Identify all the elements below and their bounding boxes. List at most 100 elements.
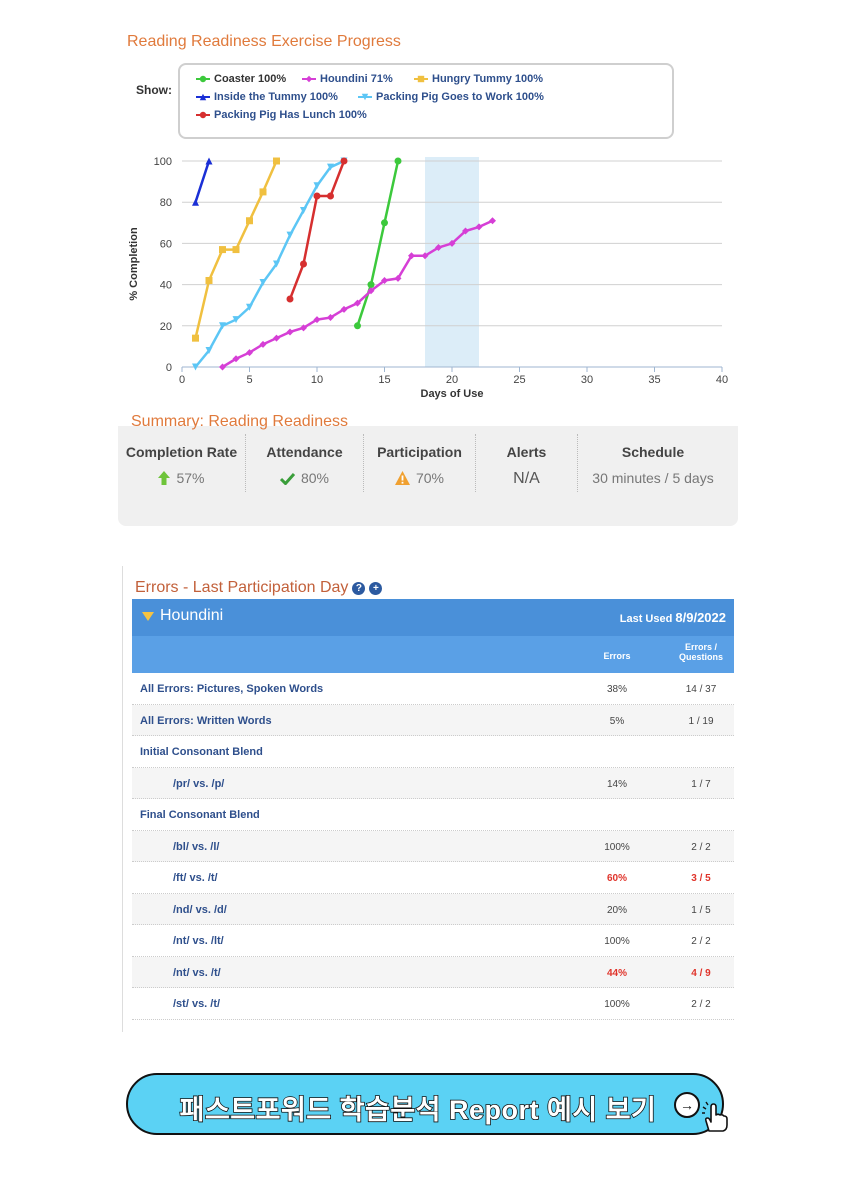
summary-value: 70% (415, 470, 445, 486)
row-error-ratio: 3 / 5 (691, 873, 711, 884)
table-row: /nt/ vs. /t/44% 4 / 9 (132, 956, 734, 988)
data-point (232, 246, 240, 254)
row-error-percent: 5% (609, 715, 625, 727)
progress-chart: 0 20 40 60 80 100 0 5 10 15 20 25 30 35 40 Days of Use%… (128, 156, 728, 400)
report-example-button[interactable]: 패스트포워드 학습분석 Report 예시 보기 → (126, 1073, 728, 1135)
row-label: All Errors: Written Words (140, 714, 272, 727)
errors-column-headers: Errors Errors / Questions (132, 636, 734, 673)
summary-heading: Schedule (621, 444, 685, 460)
data-point (327, 192, 334, 200)
col-errors: Errors (603, 651, 631, 661)
y-axis-title: % Completion (128, 227, 140, 301)
add-icon[interactable]: + (369, 581, 383, 595)
data-point (394, 157, 402, 165)
summary-attendance: Attendance 80% (246, 434, 364, 492)
summary-schedule: Schedule 30 minutes / 5 days (578, 434, 728, 492)
row-error-ratio: 2 / 2 (691, 936, 711, 947)
x-tick-label: 30 (581, 374, 593, 386)
table-row: Final Consonant Blend (132, 799, 734, 831)
pointer-hand-icon (702, 1101, 728, 1132)
x-tick-label: 10 (311, 374, 323, 386)
table-row: Initial Consonant Blend (132, 736, 734, 768)
row-error-ratio: 14 / 37 (685, 684, 717, 695)
x-axis-title: Days of Use (421, 388, 484, 400)
summary-value: 80% (300, 470, 330, 486)
table-row: /pr/ vs. /p/14% 1 / 7 (132, 767, 734, 799)
row-label: Final Consonant Blend (140, 809, 260, 821)
x-tick-label: 40 (716, 374, 728, 386)
table-row: /st/ vs. /t/100% 2 / 2 (132, 988, 734, 1020)
row-label: /ft/ vs. /t/ (173, 872, 218, 884)
row-label: /pr/ vs. /p/ (173, 777, 225, 790)
row-error-percent: 100% (604, 936, 630, 947)
row-error-ratio: 1 / 7 (691, 778, 711, 790)
y-tick-label: 0 (166, 362, 172, 374)
x-tick-label: 5 (246, 374, 252, 386)
data-point (192, 334, 199, 342)
data-point (219, 246, 226, 254)
summary-participation: Participation 70% (364, 434, 476, 492)
data-point (246, 217, 253, 225)
summary-heading: Attendance (266, 444, 343, 460)
errors-title: Errors - Last Participation Day (135, 579, 349, 596)
progress-panel: Reading Readiness Exercise Progress Show… (118, 30, 738, 526)
errors-table: All Errors: Pictures, Spoken Words 38% 14 … (132, 673, 734, 1020)
row-label: /bl/ vs. /l/ (173, 840, 220, 853)
y-tick-label: 80 (160, 197, 172, 209)
summary-heading: Participation (377, 444, 462, 460)
last-used-date: 8/9/2022 (675, 610, 726, 625)
summary-completion: Completion Rate 57% (118, 434, 246, 492)
y-tick-label: 60 (160, 238, 172, 250)
data-point (381, 219, 388, 227)
errors-panel: Errors - Last Participation Day ? + Houn… (122, 566, 734, 1032)
table-row: All Errors: Written Words 5% 1 / 19 (132, 704, 734, 736)
row-error-ratio: 2 / 2 (691, 841, 711, 853)
x-tick-label: 35 (648, 374, 660, 386)
row-label: /nt/ vs. /lt/ (173, 935, 224, 947)
x-tick-label: 20 (446, 374, 458, 386)
row-error-percent: 38% (606, 684, 627, 695)
row-error-percent: 20% (606, 904, 627, 916)
table-row: /bl/ vs. /l/100% 2 / 2 (132, 830, 734, 862)
check-icon (279, 472, 295, 485)
data-point (367, 281, 375, 289)
last-used-label: Last Used (619, 613, 673, 625)
collapse-triangle-icon[interactable] (142, 611, 154, 621)
y-tick-label: 40 (160, 280, 172, 292)
x-tick-label: 0 (179, 374, 185, 386)
x-tick-label: 15 (378, 374, 390, 386)
chart-area: Reading Readiness Exercise Progress Show… (118, 30, 738, 426)
row-error-percent: 100% (604, 999, 630, 1010)
summary-value: N/A (513, 470, 540, 487)
row-error-percent: 100% (604, 841, 630, 853)
table-row: /nt/ vs. /lt/100% 2 / 2 (132, 925, 734, 957)
row-error-ratio: 4 / 9 (691, 967, 711, 979)
exercise-name: Houndini (160, 607, 224, 624)
row-error-ratio: 2 / 2 (691, 999, 711, 1010)
data-point (273, 157, 280, 165)
data-point (205, 276, 213, 284)
row-label: Initial Consonant Blend (140, 746, 263, 758)
data-point (354, 322, 361, 330)
row-error-percent: 60% (606, 873, 627, 884)
up-arrow-icon (158, 471, 171, 485)
table-row: /nd/ vs. /d/20% 1 / 5 (132, 893, 734, 925)
row-error-ratio: 1 / 19 (688, 715, 714, 727)
summary-heading: Completion Rate (125, 444, 238, 460)
warning-icon (394, 471, 410, 485)
table-row: /ft/ vs. /t/60% 3 / 5 (132, 862, 734, 894)
shaded-range (425, 157, 479, 367)
col-ratio: Errors / Questions (678, 642, 723, 662)
row-error-ratio: 1 / 5 (691, 904, 711, 916)
row-error-percent: 44% (606, 967, 627, 979)
data-point (300, 260, 307, 268)
data-point (259, 188, 267, 196)
series-line (288, 160, 346, 300)
summary-alerts: Alerts N/A (476, 434, 578, 492)
summary-title: Summary: Reading Readiness (131, 413, 348, 430)
summary-value: 30 minutes / 5 days (592, 470, 714, 486)
errors-header: Houndini Last Used 8/9/2022 (132, 599, 734, 636)
row-error-percent: 14% (606, 778, 627, 790)
y-tick-label: 100 (154, 156, 172, 168)
help-icon[interactable]: ? (352, 581, 366, 595)
